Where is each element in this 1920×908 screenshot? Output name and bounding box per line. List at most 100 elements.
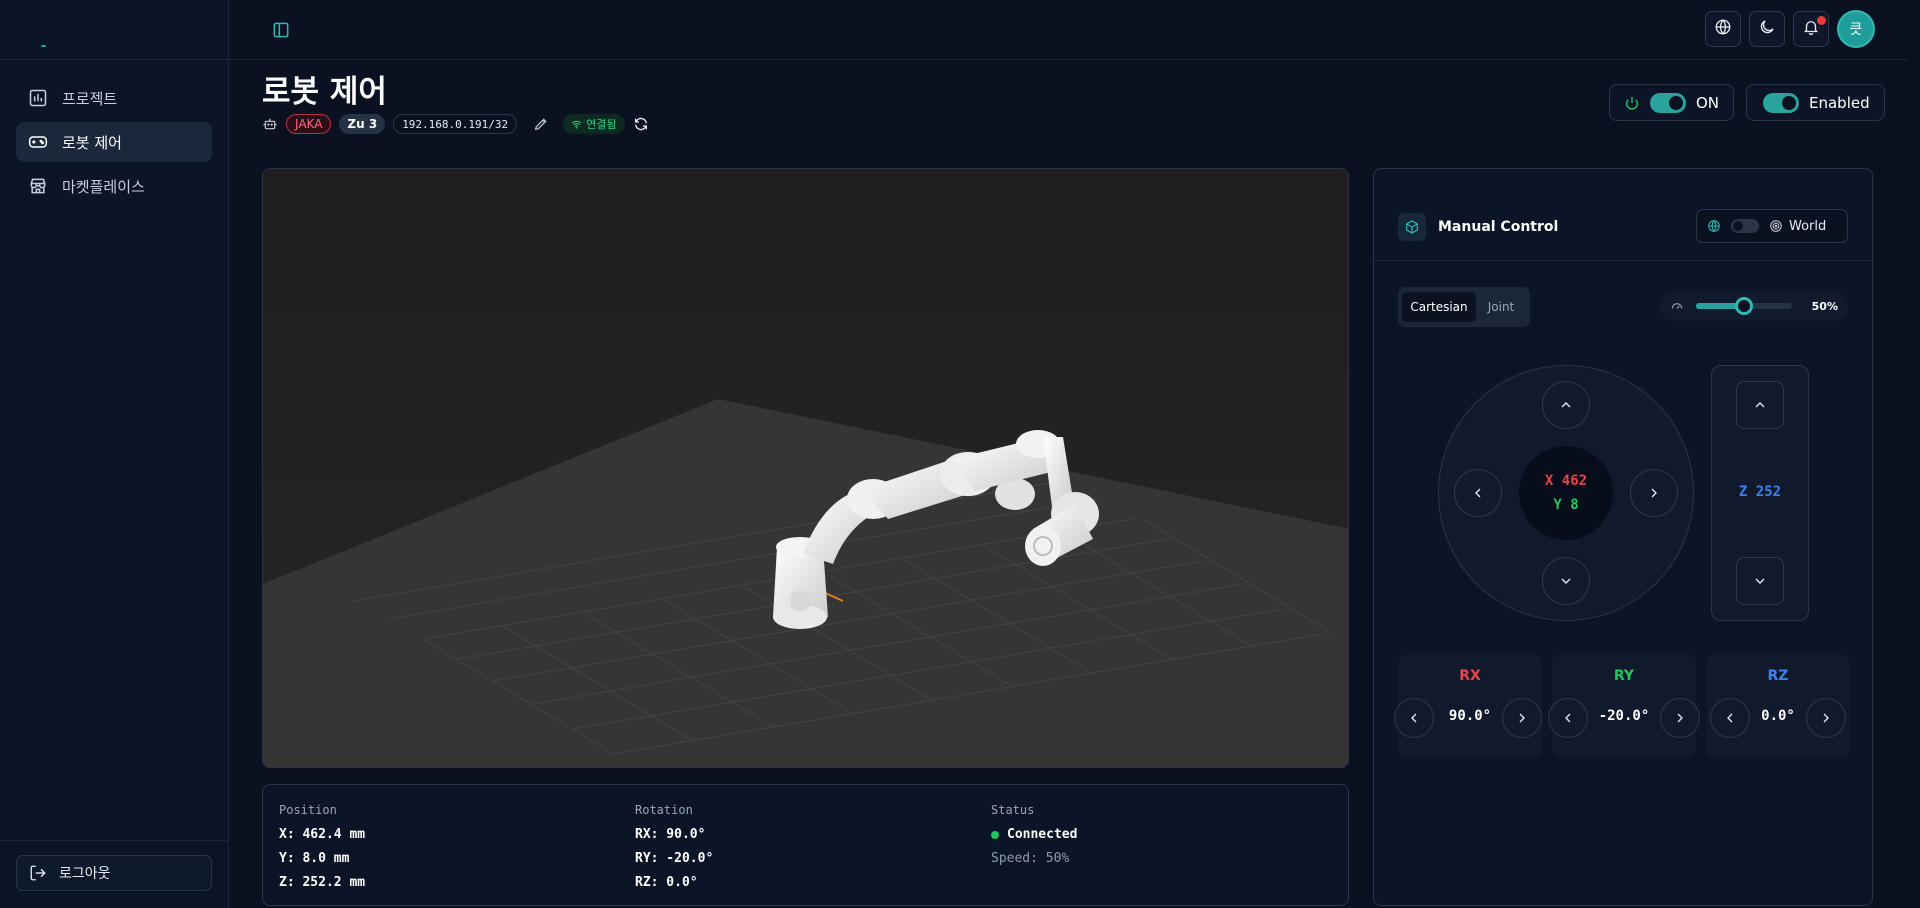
enable-switch[interactable] [1763,92,1799,113]
logout-button[interactable]: 로그아웃 [16,855,212,891]
gamepad-icon [28,132,48,152]
jog-left-button[interactable] [1454,469,1502,517]
xy-jog-pad: X 462 Y 8 [1438,365,1694,621]
sidebar-nav: 프로젝트 로봇 제어 마켓플레이스 [0,60,228,206]
status-value: Connected [991,823,1077,847]
theme-toggle-button[interactable] [1749,11,1785,47]
project-chart-icon [28,88,48,108]
speed-text: Speed: 50% [991,851,1070,866]
rx-label: RX [1459,668,1481,684]
speed-slider[interactable] [1696,297,1792,315]
cube-icon [1398,213,1426,241]
top-bar: 큿 [229,0,1908,60]
language-button[interactable] [1705,11,1741,47]
sidebar-toggle-icon[interactable] [271,20,291,40]
rz-label: RZ [1767,668,1789,684]
panel-title: Manual Control [1438,219,1559,235]
rotation-rx: RX: 90.0° [635,827,706,842]
chevron-right-icon [1823,713,1829,723]
notifications-button[interactable] [1793,11,1829,47]
chevron-right-icon [1677,713,1683,723]
connection-badge: 연결됨 [563,114,625,134]
ry-label: RY [1613,668,1635,684]
logout-label: 로그아웃 [59,866,111,882]
gauge-icon [1671,303,1683,309]
sidebar-item-label: 프로젝트 [62,89,118,108]
model-badge: Zu 3 [339,114,386,134]
power-label: ON [1696,93,1720,112]
chevron-down-icon [1755,578,1765,584]
speed-control: 50% [1660,291,1848,321]
ry-card: RY -20.0° [1548,654,1700,758]
pencil-icon[interactable] [533,116,549,132]
sidebar-item-robot-control[interactable]: 로봇 제어 [16,122,212,162]
chevron-down-icon [1561,578,1571,584]
ip-badge: 192.168.0.191/32 [393,114,518,134]
sidebar-item-marketplace[interactable]: 마켓플레이스 [16,166,212,206]
tab-cartesian[interactable]: Cartesian [1402,292,1476,322]
position-x: X: 462.4 mm [279,827,366,842]
store-icon [28,176,48,196]
joy-x-value: X 462 [1544,473,1588,489]
jog-up-button[interactable] [1542,381,1590,429]
robot-meta: JAKA Zu 3 192.168.0.191/32 연결됨 [262,113,657,135]
logout-icon [29,864,47,882]
joy-y-value: Y 8 [1553,497,1579,513]
sidebar-item-label: 로봇 제어 [62,133,122,152]
z-down-button[interactable] [1736,557,1784,605]
panel-header: Manual Control World [1374,169,1872,261]
xy-readout: X 462 Y 8 [1519,446,1613,540]
moon-icon [1758,18,1776,40]
rotation-title: Rotation [635,803,693,817]
manual-control-panel: Manual Control World Cartesian Joint 50% [1373,168,1873,906]
pose-info-panel: Position X: 462.4 mm Y: 8.0 mm Z: 252.2 … [262,784,1349,906]
speed-slider-thumb[interactable] [1735,297,1753,315]
power-toggle[interactable]: ON [1609,84,1735,121]
z-up-button[interactable] [1736,381,1784,429]
position-column: Position X: 462.4 mm Y: 8.0 mm Z: 252.2 … [279,803,365,895]
power-switch[interactable] [1650,92,1686,113]
rotation-rz: RZ: 0.0° [635,875,698,890]
jog-right-button[interactable] [1630,469,1678,517]
refresh-icon[interactable] [633,116,649,132]
logo-mark [41,45,46,47]
position-title: Position [279,803,337,817]
chevron-right-icon [1651,488,1657,498]
jog-down-button[interactable] [1542,557,1590,605]
rotation-column: Rotation RX: 90.0° RY: -20.0° RZ: 0.0° [635,803,713,895]
chevron-left-icon [1475,488,1481,498]
tab-joint[interactable]: Joint [1476,292,1526,322]
page-title: 로봇 제어 [262,74,387,110]
enable-label: Enabled [1809,93,1870,112]
rz-increase-button[interactable] [1806,698,1846,738]
sidebar-footer: 로그아웃 [0,840,228,908]
sidebar-item-label: 마켓플레이스 [62,177,145,196]
globe-icon [1708,219,1720,233]
robot-3d-viewport[interactable] [262,168,1349,768]
z-value: Z 252 [1738,484,1782,500]
sidebar-item-projects[interactable]: 프로젝트 [16,78,212,118]
power-icon [1626,96,1638,110]
connection-label: 연결됨 [586,118,617,131]
mode-tabs: Cartesian Joint [1398,287,1530,327]
ry-increase-button[interactable] [1660,698,1700,738]
speed-value: 50% [1811,299,1838,313]
wifi-icon [571,120,582,129]
status-dot [991,830,999,839]
frame-label: World [1789,218,1827,234]
sidebar: 프로젝트 로봇 제어 마켓플레이스 로그아웃 [0,0,229,908]
position-z: Z: 252.2 mm [279,875,366,890]
frame-toggle[interactable]: World [1696,209,1848,243]
avatar[interactable]: 큿 [1839,12,1873,46]
status-text: Connected [1007,827,1078,842]
logo-area [0,0,228,60]
notification-badge [1817,16,1826,25]
rx-increase-button[interactable] [1502,698,1542,738]
frame-switch[interactable] [1731,219,1759,233]
position-y: Y: 8.0 mm [279,851,350,866]
z-jog-column: Z 252 [1711,365,1809,621]
status-column: Status Connected Speed: 50% [991,803,1077,871]
rx-card: RX 90.0° [1394,654,1542,758]
enable-toggle[interactable]: Enabled [1746,84,1885,121]
chevron-up-icon [1561,402,1571,408]
